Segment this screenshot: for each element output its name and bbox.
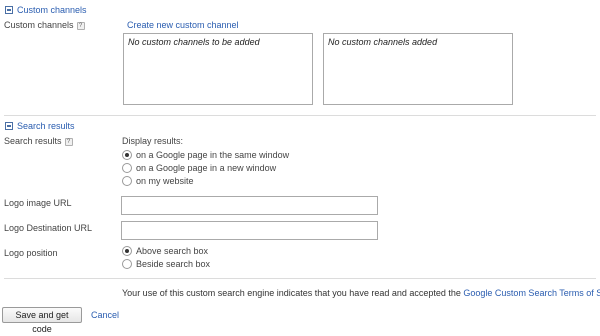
- logo-image-url-input[interactable]: [121, 196, 378, 215]
- radio-new-window[interactable]: [122, 163, 132, 173]
- save-and-get-code-button[interactable]: Save and get code: [2, 307, 82, 334]
- radio-above-search-box-label[interactable]: Above search box: [136, 246, 208, 256]
- added-channels-list[interactable]: No custom channels added: [323, 33, 513, 105]
- cancel-link[interactable]: Cancel: [91, 310, 119, 320]
- section-divider: [4, 115, 596, 116]
- terms-of-service-link[interactable]: Google Custom Search Terms of Service: [463, 288, 600, 298]
- help-icon[interactable]: ?: [76, 22, 85, 30]
- added-channels-empty-text: No custom channels added: [328, 37, 438, 47]
- available-channels-empty-text: No custom channels to be added: [128, 37, 260, 47]
- radio-my-website-label[interactable]: on my website: [136, 176, 194, 186]
- radio-new-window-label[interactable]: on a Google page in a new window: [136, 163, 276, 173]
- search-results-label-text: Search results: [4, 136, 62, 146]
- logo-position-label: Logo position: [4, 248, 58, 258]
- logo-image-url-label: Logo image URL: [4, 198, 72, 208]
- available-channels-list[interactable]: No custom channels to be added: [123, 33, 313, 105]
- radio-beside-search-box-label[interactable]: Beside search box: [136, 259, 210, 269]
- section-title-search-results[interactable]: Search results: [17, 121, 75, 131]
- radio-my-website[interactable]: [122, 176, 132, 186]
- terms-notice: Your use of this custom search engine in…: [122, 288, 600, 298]
- custom-channels-label-text: Custom channels: [4, 20, 74, 30]
- radio-same-window-label[interactable]: on a Google page in the same window: [136, 150, 289, 160]
- collapse-toggle-icon[interactable]: [5, 6, 13, 14]
- radio-beside-search-box[interactable]: [122, 259, 132, 269]
- help-icon[interactable]: ?: [64, 138, 73, 146]
- custom-channels-label: Custom channels?: [4, 20, 85, 30]
- display-results-label: Display results:: [122, 136, 184, 146]
- search-results-label: Search results?: [4, 136, 73, 146]
- logo-destination-url-label: Logo Destination URL: [4, 223, 93, 233]
- create-channel-link[interactable]: Create new custom channel: [127, 20, 239, 30]
- terms-text: Your use of this custom search engine in…: [122, 288, 461, 298]
- section-title-custom-channels[interactable]: Custom channels: [17, 5, 87, 15]
- collapse-toggle-icon[interactable]: [5, 122, 13, 130]
- logo-destination-url-input[interactable]: [121, 221, 378, 240]
- section-divider: [4, 278, 596, 279]
- radio-above-search-box[interactable]: [122, 246, 132, 256]
- radio-same-window[interactable]: [122, 150, 132, 160]
